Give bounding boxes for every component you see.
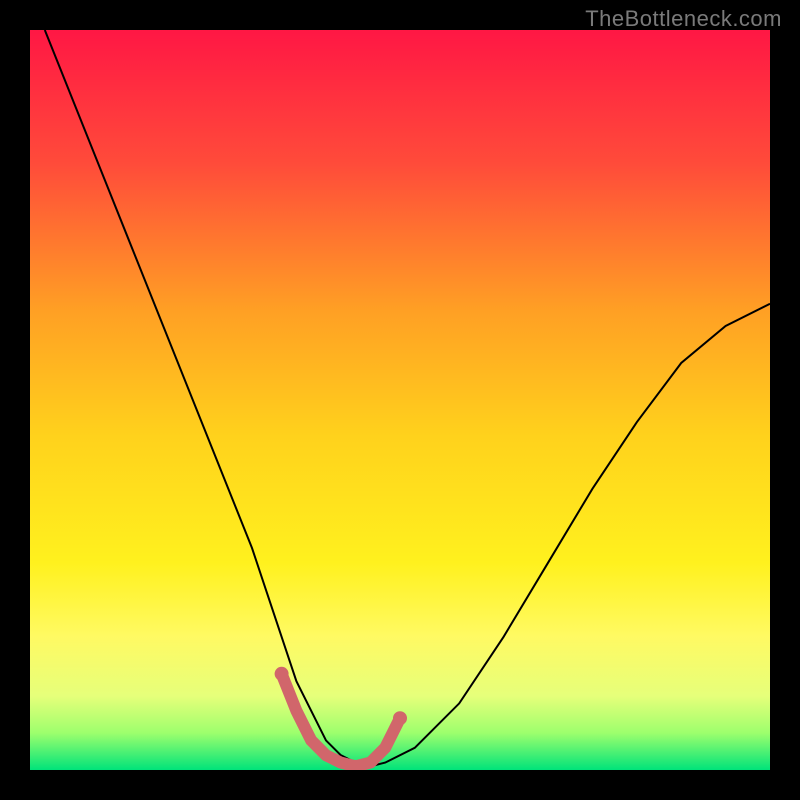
highlight-dot (275, 667, 289, 681)
highlight-dot (393, 711, 407, 725)
plot-area (30, 30, 770, 770)
watermark-text: TheBottleneck.com (585, 6, 782, 32)
chart-frame: TheBottleneck.com (0, 0, 800, 800)
gradient-background (30, 30, 770, 770)
chart-canvas (30, 30, 770, 770)
